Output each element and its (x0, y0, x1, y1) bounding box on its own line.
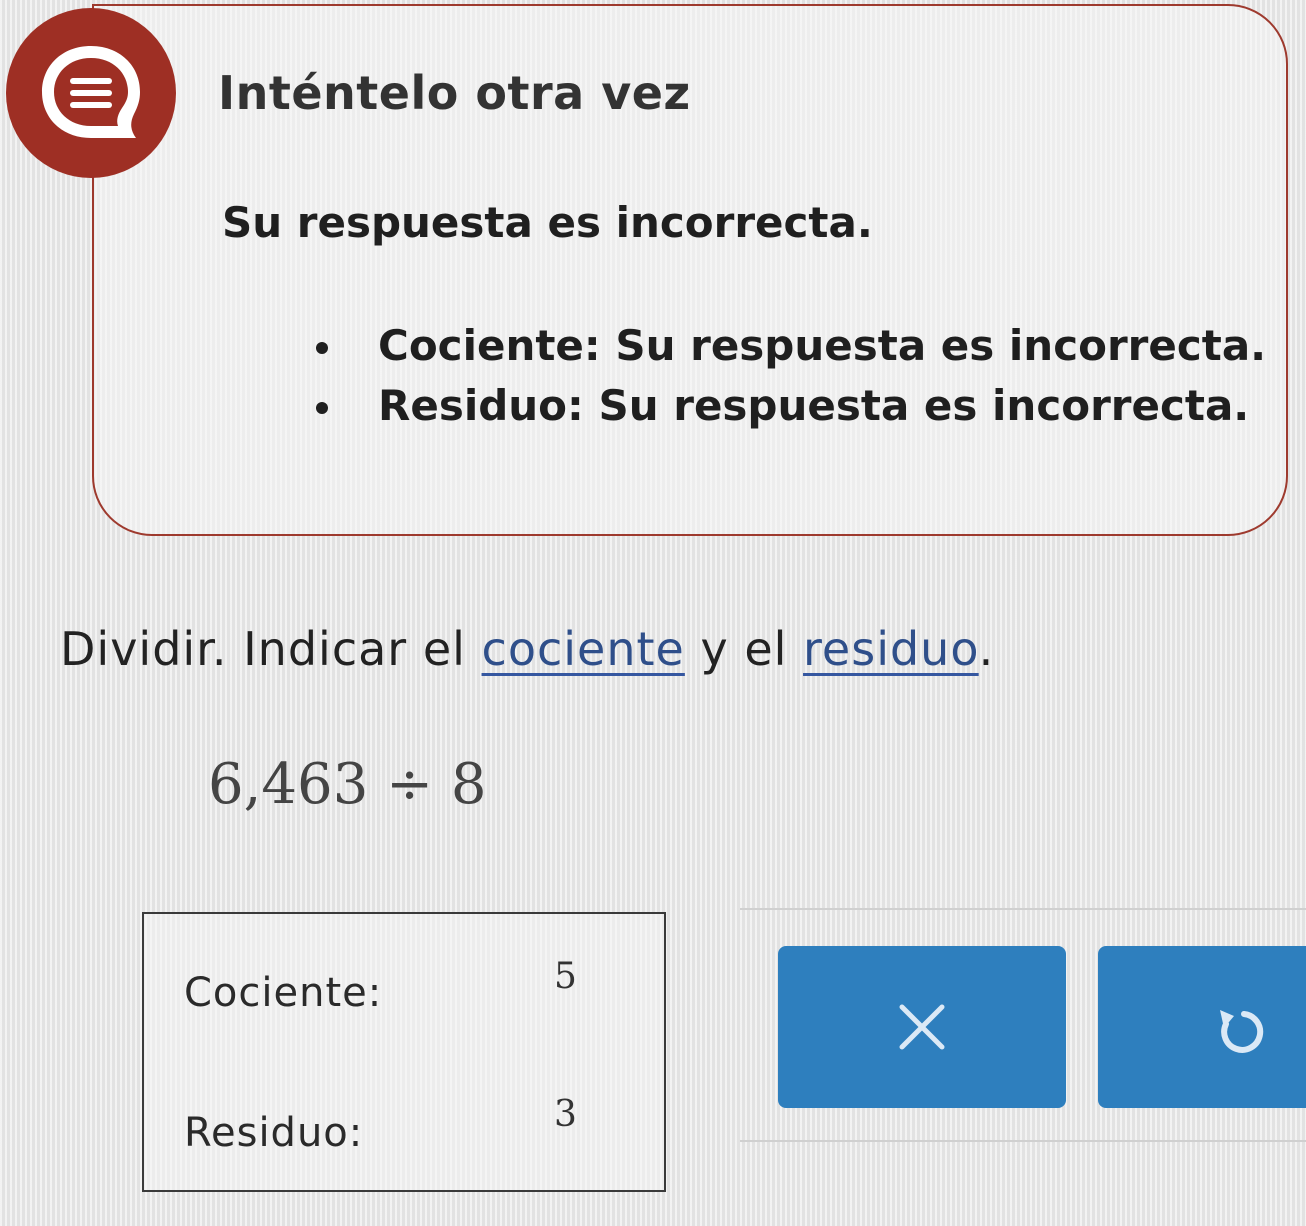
close-icon (899, 1004, 945, 1050)
answer-box: Cociente: Residuo: (142, 912, 666, 1192)
feedback-item-quotient: Cociente: Su respuesta es incorrecta. (312, 316, 1266, 376)
instruction-text-start: Dividir. Indicar el (60, 622, 482, 676)
feedback-item-remainder: Residuo: Su respuesta es incorrecta. (312, 376, 1266, 436)
instruction-text-middle: y el (684, 622, 804, 676)
undo-button[interactable] (1098, 946, 1306, 1108)
feedback-title: Inténtelo otra vez (218, 66, 691, 120)
remainder-label: Residuo: (184, 1110, 364, 1156)
instruction-text-end: . (978, 622, 995, 676)
speech-bubble-icon (42, 46, 140, 138)
feedback-list: Cociente: Su respuesta es incorrecta. Re… (312, 316, 1266, 436)
clear-button[interactable] (778, 946, 1066, 1108)
feedback-badge (6, 8, 176, 178)
remainder-glossary-link[interactable]: residuo (803, 622, 979, 676)
remainder-input[interactable] (554, 1094, 590, 1134)
quotient-glossary-link[interactable]: cociente (482, 622, 685, 676)
feedback-summary: Su respuesta es incorrecta. (222, 198, 873, 247)
quotient-input[interactable] (554, 956, 590, 996)
division-expression: 6,463 ÷ 8 (208, 752, 487, 817)
action-toolbar (740, 908, 1306, 1142)
undo-icon (1220, 1010, 1264, 1053)
quotient-label: Cociente: (184, 970, 383, 1016)
problem-instruction: Dividir. Indicar el cociente y el residu… (60, 622, 994, 676)
